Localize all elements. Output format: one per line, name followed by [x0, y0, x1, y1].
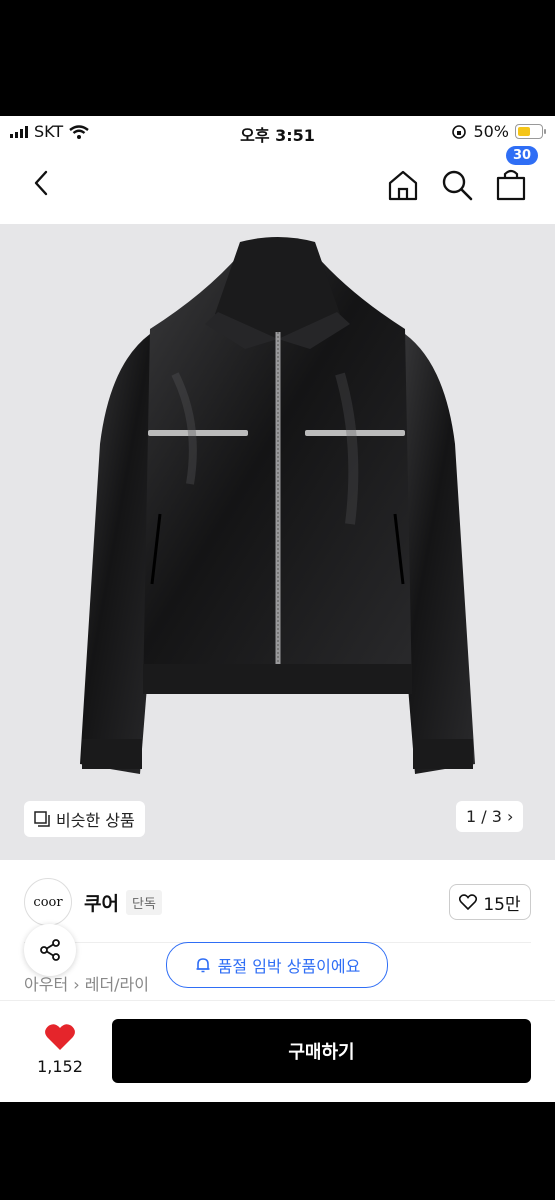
wishlist-count: 1,152 — [37, 1057, 83, 1076]
status-right: 50% — [451, 122, 546, 141]
low-stock-toast: 품절 임박 상품이에요 — [166, 942, 388, 988]
product-image[interactable] — [0, 224, 555, 860]
bell-icon — [196, 958, 210, 973]
bottom-bar: 1,152 구매하기 — [0, 1000, 555, 1102]
top-nav: 30 — [0, 146, 555, 216]
similar-items-icon — [34, 811, 50, 827]
heart-filled-icon — [45, 1024, 75, 1050]
exclusive-tag: 단독 — [126, 890, 162, 915]
leather-jacket-image — [80, 237, 475, 774]
search-icon[interactable] — [440, 168, 474, 202]
share-button[interactable] — [24, 924, 76, 976]
battery-percent: 50% — [473, 122, 509, 141]
app-screen: SKT 오후 3:51 50% 30 비슷한 상품 1 / 3 › coor 쿠… — [0, 116, 555, 1102]
cart-count-badge: 30 — [506, 146, 539, 165]
battery-icon — [515, 124, 546, 139]
brand-like-count: 15만 — [483, 894, 521, 915]
brand-name[interactable]: 쿠어 — [84, 889, 119, 916]
brand-logo[interactable]: coor — [24, 878, 72, 926]
low-stock-text: 품절 임박 상품이에요 — [217, 957, 361, 976]
share-icon — [40, 939, 60, 961]
orientation-lock-icon — [452, 124, 467, 139]
buy-button[interactable]: 구매하기 — [112, 1019, 531, 1083]
bag-icon[interactable] — [494, 166, 528, 202]
back-icon[interactable] — [28, 168, 58, 198]
home-icon[interactable] — [386, 168, 420, 202]
status-bar: SKT 오후 3:51 50% — [0, 116, 555, 146]
similar-products-button[interactable]: 비슷한 상품 — [24, 801, 145, 837]
image-pager[interactable]: 1 / 3 › — [456, 801, 524, 832]
similar-products-label: 비슷한 상품 — [56, 811, 135, 830]
wishlist-button[interactable]: 1,152 — [30, 1023, 90, 1076]
brand-like-button[interactable]: 15만 — [449, 884, 531, 920]
heart-outline-icon — [459, 894, 478, 910]
